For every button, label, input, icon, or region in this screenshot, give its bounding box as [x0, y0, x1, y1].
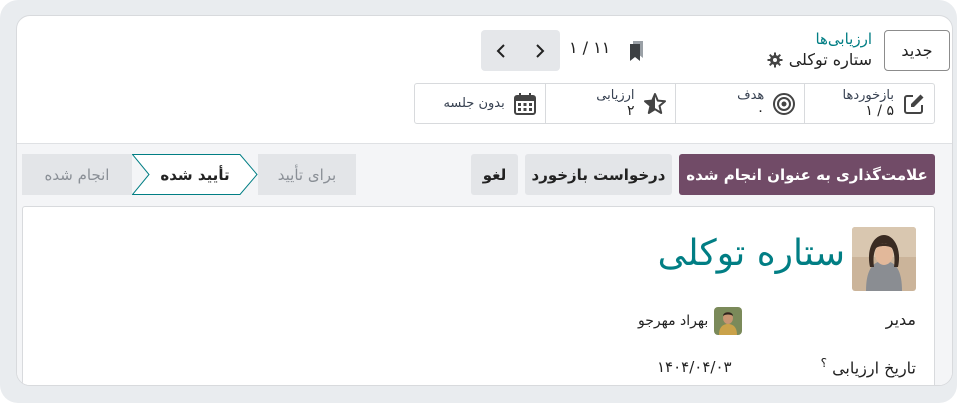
stat-appraisal-button[interactable]: ارزیابی ۲ [544, 84, 675, 123]
record-title-text: ستاره توکلی [788, 50, 872, 69]
pager-buttons [481, 30, 560, 71]
stat-appraisal-value: ۲ [626, 103, 635, 119]
stat-feedback-button[interactable]: بازخوردها ۵ / ۱ [804, 84, 934, 123]
form-sheet: ستاره توکلی مدیر بهراد مهرجو تاریخ ارزیا… [22, 206, 935, 385]
status-current[interactable]: تأیید شده [132, 154, 258, 195]
stat-meeting-label: بدون جلسه [443, 96, 505, 111]
status-pending-label: برای تأیید [277, 165, 337, 184]
chevron-right-icon [535, 43, 544, 58]
stat-goals-value: ۰ [756, 103, 765, 119]
appraisal-date-value[interactable]: ۱۴۰۴/۰۴/۰۳ [657, 358, 732, 376]
form-view-window: جدید ارزیابی‌ها ستاره توکلی ۱ [16, 15, 953, 386]
calendar-icon [513, 92, 537, 116]
status-done-label: انجام شده [44, 165, 110, 184]
cancel-button[interactable]: لغو [471, 154, 518, 195]
stat-goals-button[interactable]: هدف ۰ [674, 84, 805, 123]
appraisal-date-label: تاریخ ارزیابی ؟ [821, 356, 916, 377]
star-half-icon [643, 92, 667, 116]
pager-value[interactable]: ۱ / ۱۱ [569, 38, 610, 57]
bullseye-icon [772, 92, 796, 116]
stat-appraisal-label: ارزیابی [596, 88, 635, 103]
mark-done-button[interactable]: علامت‌گذاری به عنوان انجام شده [679, 154, 935, 195]
stat-feedback-label: بازخوردها [842, 88, 895, 103]
help-tooltip-icon[interactable]: ؟ [821, 356, 827, 370]
request-feedback-button[interactable]: درخواست بازخورد [525, 154, 672, 195]
stat-meeting-button[interactable]: بدون جلسه [415, 84, 545, 123]
edit-icon [902, 92, 926, 116]
chevron-left-icon [496, 43, 505, 58]
record-title: ستاره توکلی [767, 50, 872, 69]
pager-next-button[interactable] [520, 30, 559, 71]
breadcrumb-appraisals-link[interactable]: ارزیابی‌ها [815, 30, 872, 48]
pager-previous-button[interactable] [481, 30, 520, 71]
bookmark-icon[interactable] [629, 40, 645, 62]
appraisal-date-label-text: تاریخ ارزیابی [832, 358, 916, 378]
new-button[interactable]: جدید [884, 30, 950, 71]
stat-buttons: بدون جلسه ارزیابی ۲ هدف ۰ بازخوردها ۵ / … [414, 83, 935, 124]
status-current-label: تأیید شده [160, 165, 230, 184]
manager-label: مدیر [885, 310, 916, 329]
gear-icon[interactable] [767, 52, 783, 68]
status-done[interactable]: انجام شده [22, 154, 132, 195]
status-pending[interactable]: برای تأیید [258, 154, 356, 195]
stat-goals-label: هدف [737, 88, 765, 103]
stat-feedback-value: ۵ / ۱ [865, 103, 894, 119]
manager-avatar [714, 307, 743, 335]
employee-avatar[interactable] [852, 227, 916, 291]
manager-name: بهراد مهرجو [638, 313, 709, 329]
employee-name: ستاره توکلی [657, 233, 845, 274]
manager-field[interactable]: بهراد مهرجو [638, 307, 743, 335]
status-bar: برای تأیید تأیید شده انجام شده [22, 154, 356, 195]
